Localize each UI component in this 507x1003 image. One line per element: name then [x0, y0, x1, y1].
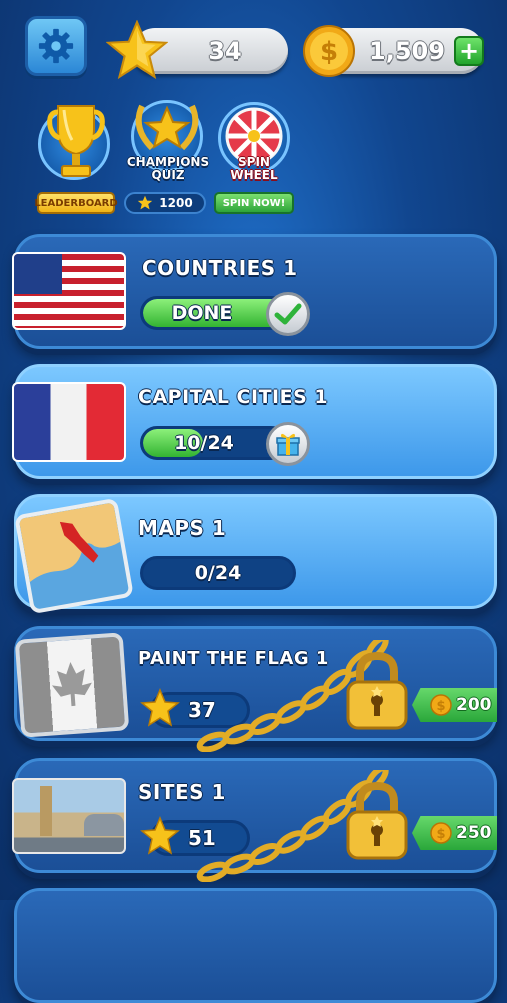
progress-label: DONE	[171, 302, 233, 324]
add-coins-button[interactable]: +	[454, 36, 484, 66]
completed-badge	[266, 292, 310, 336]
level-title: MAPS 1	[138, 516, 227, 540]
star-icon	[140, 688, 180, 727]
london-sites-image	[12, 778, 126, 854]
svg-text:$: $	[436, 699, 445, 714]
coin-count: 1,509	[369, 37, 445, 65]
usa-flag-image	[12, 252, 126, 330]
plus-icon: +	[458, 37, 480, 65]
progress-label: 10/24	[174, 432, 234, 454]
champions-title-line2: QUIZ	[151, 168, 185, 182]
coin-icon: $	[430, 822, 452, 844]
champions-cost-tag: 1200	[124, 192, 206, 214]
trophy-icon	[47, 105, 105, 177]
spin-now-label: SPIN NOW!	[222, 197, 286, 209]
reward-badge[interactable]	[266, 422, 310, 466]
progress-label: 0/24	[194, 562, 242, 584]
unlock-price-button[interactable]: $ 200	[412, 688, 497, 722]
star-icon	[106, 20, 168, 80]
padlock-icon	[346, 782, 408, 860]
padlock-icon	[346, 652, 408, 730]
leaderboard-button[interactable]: LEADERBOARD	[34, 192, 118, 214]
settings-button[interactable]	[25, 16, 87, 76]
unlock-price: 200	[456, 695, 492, 715]
level-progress-bar: 0/24	[140, 556, 296, 590]
level-card-next[interactable]	[14, 888, 497, 1003]
spin-title-line2: WHEEL	[230, 168, 278, 182]
star-count: 34	[208, 37, 242, 65]
coin-icon: $	[430, 694, 452, 716]
gear-icon	[38, 28, 74, 64]
laurel-star-icon	[135, 104, 199, 151]
leaderboard-label: LEADERBOARD	[34, 197, 118, 209]
france-flag-image	[12, 382, 126, 462]
champions-quiz-title: CHAMPIONS QUIZ	[118, 156, 218, 182]
unlock-price-button[interactable]: $ 250	[412, 816, 497, 850]
coin-icon: $	[303, 25, 355, 77]
champions-cost: 1200	[159, 196, 193, 210]
gift-icon	[276, 433, 300, 456]
star-icon	[140, 816, 180, 855]
checkmark-icon	[274, 303, 302, 325]
unlock-price: 250	[456, 823, 492, 843]
level-title: COUNTRIES 1	[142, 256, 298, 280]
star-icon	[138, 195, 153, 210]
spin-wheel-title: SPIN WHEEL	[214, 156, 294, 182]
italy-map-image	[14, 497, 134, 615]
level-title: CAPITAL CITIES 1	[138, 386, 329, 408]
svg-text:$: $	[436, 827, 445, 842]
canada-flag-image	[14, 632, 130, 738]
spin-now-button[interactable]: SPIN NOW!	[214, 192, 294, 214]
svg-text:$: $	[320, 37, 338, 67]
